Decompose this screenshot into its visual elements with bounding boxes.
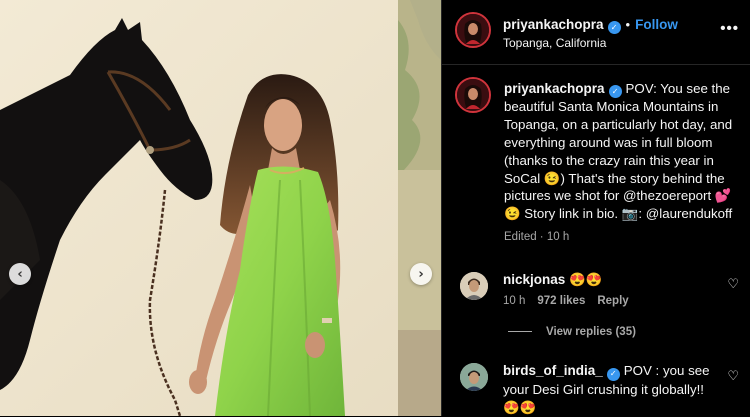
commenter-username[interactable]: nickjonas (503, 272, 565, 287)
comment-item: nickjonas 😍😍 (503, 271, 718, 289)
next-image-button[interactable]: › (410, 263, 432, 285)
like-comment-heart-icon[interactable]: ♡ (727, 277, 739, 292)
caption-edited-time: Edited · 10 h (504, 230, 570, 243)
more-options-icon[interactable]: ••• (720, 20, 739, 37)
reply-button[interactable]: Reply (597, 295, 628, 307)
post-header: priyankachopra ✓ • Follow Topanga, Californ… (442, 0, 750, 65)
post-location[interactable]: Topanga, California (503, 36, 606, 50)
view-replies-button[interactable]: View replies (35) (508, 326, 636, 338)
chevron-left-icon: ‹ (17, 266, 23, 282)
post-image[interactable]: ‹ › (0, 0, 441, 416)
comment-likes[interactable]: 972 likes (537, 295, 585, 307)
commenter-username[interactable]: birds_of_india_ (503, 363, 603, 378)
commenter-avatar[interactable] (460, 272, 488, 300)
replies-divider-line (508, 331, 532, 332)
view-replies-label: View replies (35) (546, 326, 636, 338)
verified-badge-icon: ✓ (606, 367, 620, 381)
follow-button[interactable]: Follow (635, 17, 678, 32)
caption-author-avatar[interactable] (455, 77, 491, 113)
commenter-avatar[interactable] (460, 363, 488, 391)
separator-dot: • (625, 17, 631, 32)
caption-text: POV: You see the beautiful Santa Monica … (504, 81, 733, 222)
previous-image-button[interactable]: ‹ (9, 263, 31, 285)
post-side-panel: priyankachopra ✓ • Follow Topanga, Californ… (441, 0, 750, 416)
comment-meta: 10 h 972 likes Reply (503, 295, 629, 307)
post-photo (0, 0, 441, 416)
comment-text: 😍😍 (568, 272, 603, 287)
verified-badge-icon: ✓ (608, 85, 622, 99)
comment-time: 10 h (503, 295, 526, 307)
avatar-image (457, 14, 489, 46)
author-avatar[interactable] (455, 12, 491, 48)
caption-username[interactable]: priyankachopra (504, 81, 605, 96)
avatar-image (460, 363, 488, 391)
author-username[interactable]: priyankachopra (503, 17, 604, 32)
header-title-row: priyankachopra ✓ • Follow (503, 16, 678, 34)
avatar-image (460, 272, 488, 300)
like-comment-heart-icon[interactable]: ♡ (727, 369, 739, 384)
post-caption: priyankachopra ✓ POV: You see the beautifu… (504, 80, 742, 247)
chevron-right-icon: › (418, 266, 424, 282)
comment-item: birds_of_india_ ✓ POV : you see your Desi … (503, 362, 718, 417)
avatar-image (457, 79, 489, 111)
verified-badge-icon: ✓ (607, 21, 621, 34)
